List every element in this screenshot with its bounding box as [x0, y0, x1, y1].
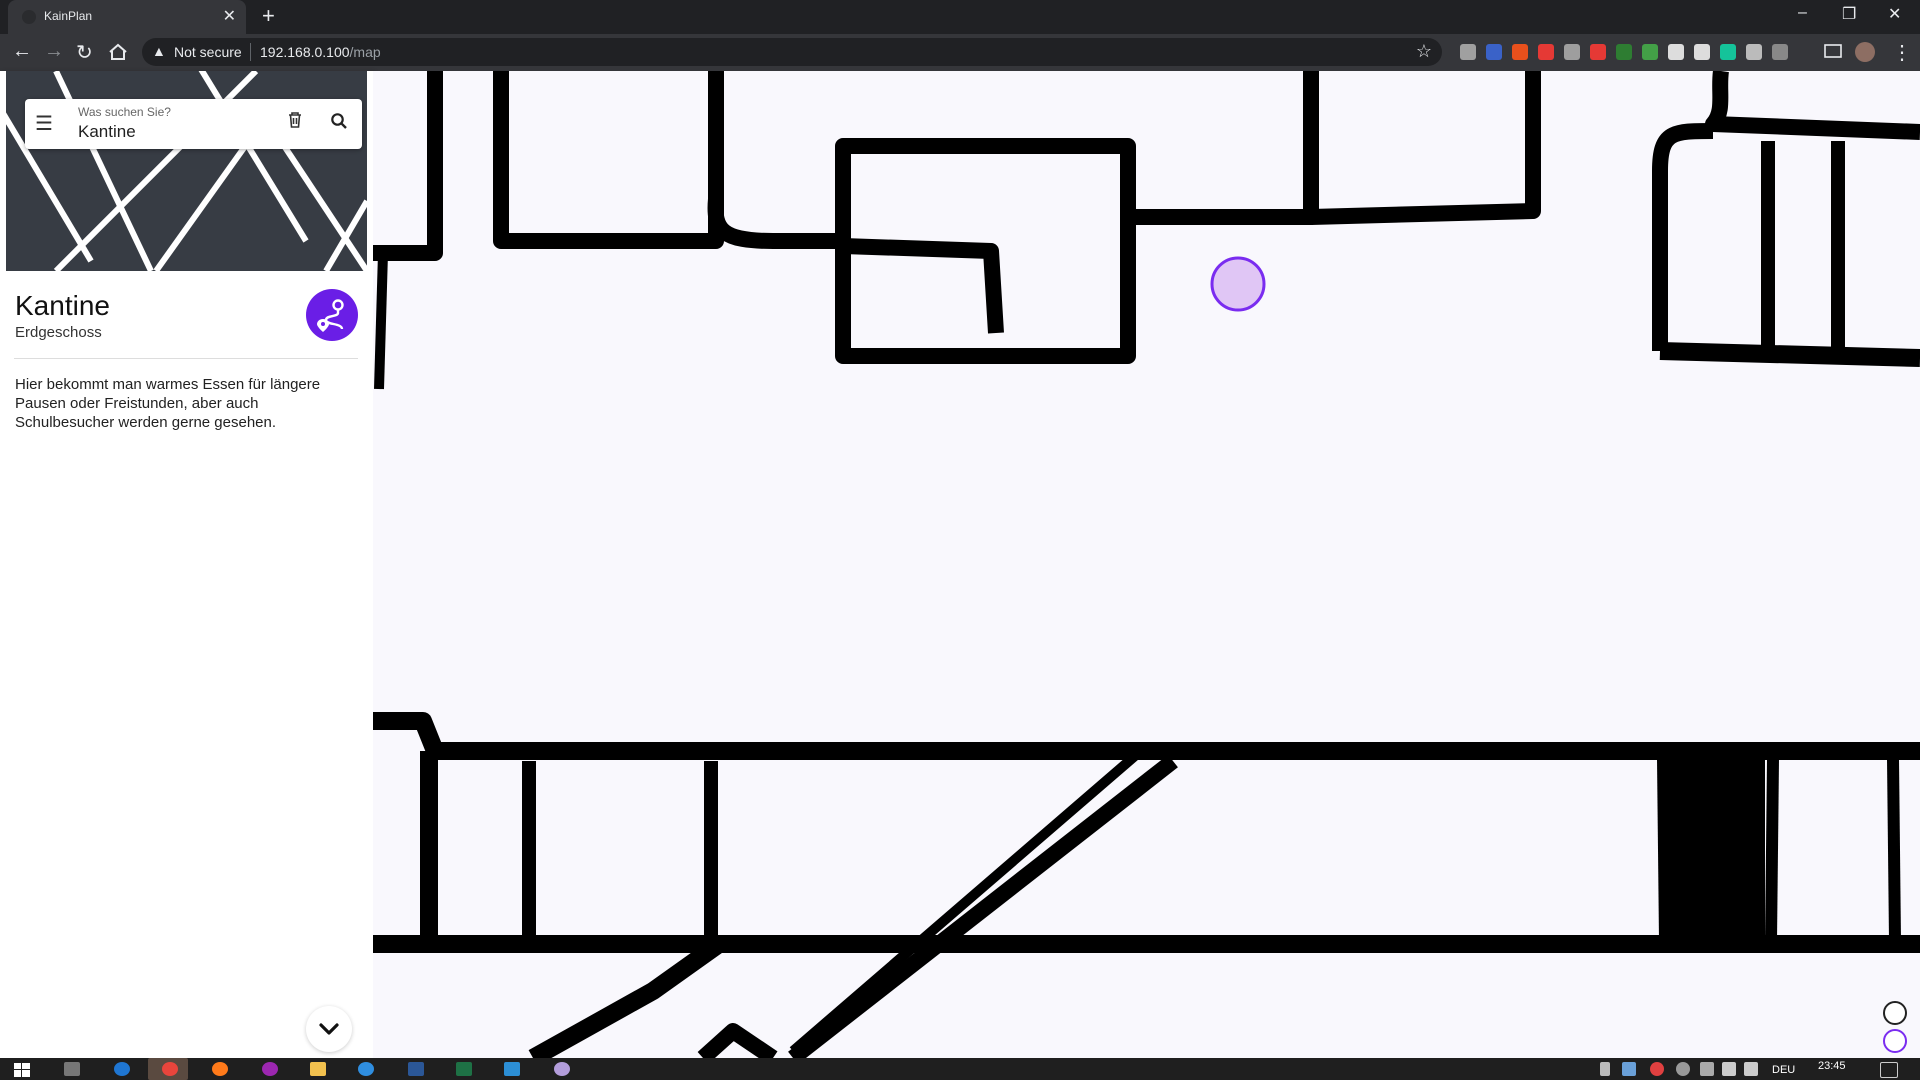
floor-switch-button[interactable]	[1883, 1001, 1907, 1025]
file-explorer-icon[interactable]	[310, 1062, 326, 1076]
extension-13-icon[interactable]	[1772, 44, 1788, 60]
extension-7-icon[interactable]	[1616, 44, 1632, 60]
place-title: Kantine	[15, 290, 110, 321]
search-input[interactable]: Kantine	[78, 122, 136, 142]
chevron-down-icon	[319, 1023, 339, 1035]
chrome-icon	[162, 1062, 178, 1076]
url-text: 192.168.0.100/map	[260, 44, 381, 60]
place-floor: Erdgeschoss	[15, 324, 102, 341]
extension-11-icon[interactable]	[1720, 44, 1736, 60]
extension-8-icon[interactable]	[1642, 44, 1658, 60]
search-bar: ☰ Was suchen Sie? Kantine	[25, 99, 362, 149]
cloud-icon[interactable]	[1700, 1062, 1714, 1076]
tray-chevron-icon[interactable]	[1600, 1062, 1610, 1076]
language-indicator[interactable]: DEU	[1772, 1064, 1795, 1076]
edge-dev-icon[interactable]	[358, 1062, 374, 1076]
tray-app-icon[interactable]	[1622, 1062, 1636, 1076]
close-window-button[interactable]: ✕	[1888, 4, 1901, 24]
search-label: Was suchen Sie?	[78, 105, 171, 119]
clock[interactable]: 23:45	[1818, 1060, 1846, 1072]
edge-icon[interactable]	[114, 1062, 130, 1076]
vscode-icon[interactable]	[504, 1062, 520, 1076]
search-icon[interactable]	[330, 112, 348, 130]
url-path: /map	[349, 44, 381, 60]
extension-1-icon[interactable]	[1460, 44, 1476, 60]
back-arrow-icon[interactable]: ←	[12, 40, 32, 63]
minimize-button[interactable]: –	[1798, 4, 1807, 22]
extension-6-icon[interactable]	[1590, 44, 1606, 60]
extension-3-icon[interactable]	[1512, 44, 1528, 60]
os-taskbar: DEU 23:45	[0, 1058, 1920, 1080]
collapse-button[interactable]	[306, 1006, 352, 1052]
new-tab-button[interactable]: +	[262, 3, 275, 29]
bookmark-star-icon[interactable]: ☆	[1416, 41, 1432, 62]
cast-icon[interactable]	[1824, 44, 1842, 60]
forward-arrow-icon[interactable]: →	[44, 40, 64, 63]
warning-triangle-icon: ▲	[152, 43, 166, 59]
route-button[interactable]	[306, 289, 358, 341]
home-icon[interactable]	[108, 43, 128, 61]
place-description: Hier bekommt man warmes Essen für länger…	[15, 376, 321, 431]
firefox-icon[interactable]	[212, 1062, 228, 1076]
volume-icon[interactable]	[1744, 1062, 1758, 1076]
security-label: Not secure	[174, 44, 242, 60]
extension-4-icon[interactable]	[1538, 44, 1554, 60]
browser-title-bar: KainPlan ✕ + – ❐ ✕	[0, 0, 1920, 34]
reload-icon[interactable]: ↻	[76, 40, 93, 65]
browser-menu-icon[interactable]: ⋮	[1892, 40, 1912, 65]
info-sidebar: ☰ Was suchen Sie? Kantine Kantine Erdges…	[0, 71, 373, 1058]
sidebar-divider	[14, 358, 358, 359]
trash-icon[interactable]	[287, 111, 303, 129]
network-icon[interactable]	[1722, 1062, 1736, 1076]
route-icon	[317, 299, 344, 332]
word-icon[interactable]	[408, 1062, 424, 1076]
podcast-app-icon[interactable]	[262, 1062, 278, 1076]
task-view-icon[interactable]	[64, 1062, 80, 1076]
address-bar[interactable]: ▲ Not secure 192.168.0.100/map ☆	[142, 38, 1442, 66]
tray-app-icon-3[interactable]	[1676, 1062, 1690, 1076]
extension-12-icon[interactable]	[1746, 44, 1762, 60]
restore-button[interactable]: ❐	[1842, 4, 1856, 24]
excel-icon[interactable]	[456, 1062, 472, 1076]
extension-2-icon[interactable]	[1486, 44, 1502, 60]
tray-app-icon-2[interactable]	[1650, 1062, 1664, 1076]
windows-start-icon[interactable]	[14, 1063, 30, 1077]
locate-button[interactable]	[1883, 1029, 1907, 1053]
selected-location-marker[interactable]	[1210, 256, 1266, 312]
menu-icon[interactable]: ☰	[35, 111, 53, 136]
url-host: 192.168.0.100	[260, 44, 350, 60]
app-icon[interactable]	[554, 1062, 570, 1076]
browser-tab[interactable]: KainPlan ✕	[8, 0, 246, 34]
floor-plan-walls	[373, 71, 1920, 1058]
tab-title: KainPlan	[44, 9, 93, 23]
extension-10-icon[interactable]	[1694, 44, 1710, 60]
profile-avatar[interactable]	[1855, 42, 1875, 62]
tab-close-icon[interactable]: ✕	[223, 6, 236, 26]
extension-9-icon[interactable]	[1668, 44, 1684, 60]
address-separator	[250, 43, 251, 61]
extension-5-icon[interactable]	[1564, 44, 1580, 60]
notifications-icon[interactable]	[1880, 1062, 1898, 1078]
floor-map[interactable]	[373, 71, 1920, 1058]
site-favicon-icon	[22, 10, 36, 24]
